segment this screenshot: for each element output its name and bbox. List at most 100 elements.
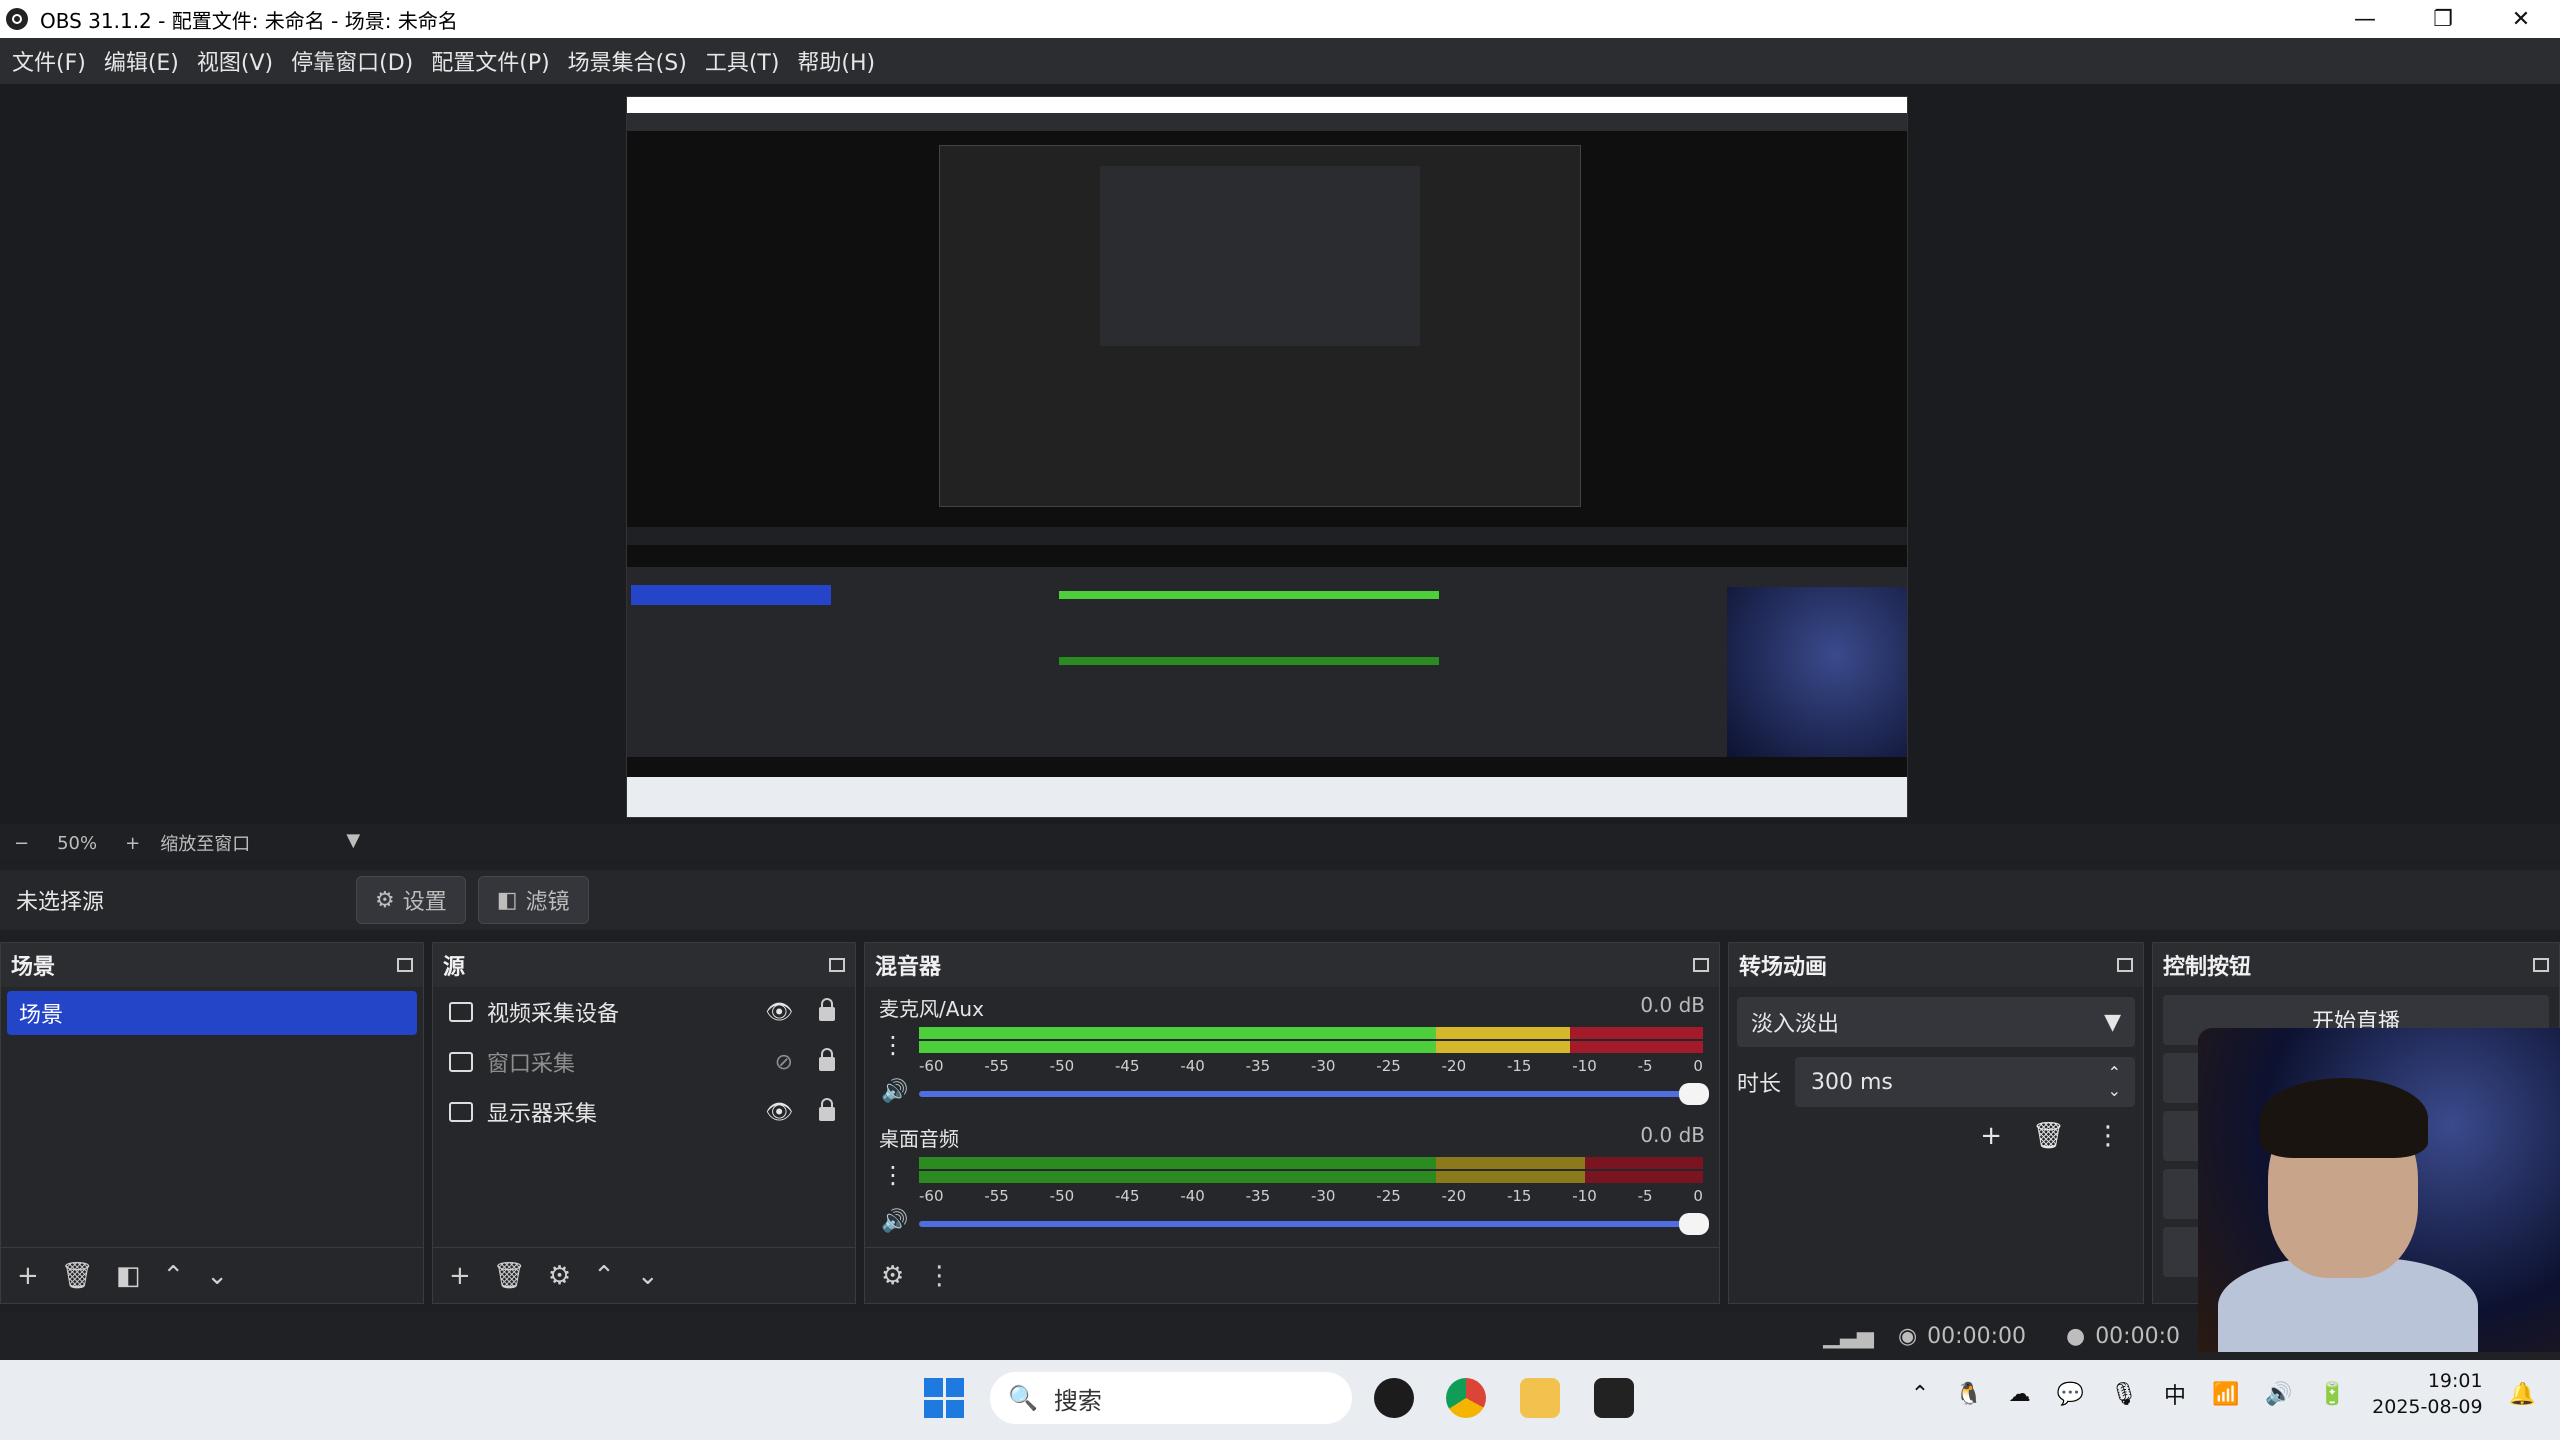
spin-arrows-icon[interactable]: ⌃ ⌄	[2108, 1064, 2121, 1100]
duration-input[interactable]: 300 ms ⌃ ⌄	[1795, 1057, 2135, 1107]
volume-slider[interactable]	[919, 1213, 1709, 1235]
person-hair	[2260, 1078, 2428, 1158]
preview-canvas[interactable]	[626, 96, 1908, 818]
more-vertical-icon[interactable]: ⋮	[881, 1161, 905, 1189]
zoom-out-button[interactable]: −	[14, 833, 29, 854]
volume-slider[interactable]	[919, 1083, 1709, 1105]
undock-icon[interactable]	[2117, 958, 2133, 972]
chevron-up-icon[interactable]: ⌃	[593, 1261, 615, 1291]
slider-handle[interactable]	[1679, 1213, 1709, 1235]
eye-hidden-icon[interactable]: ⊘	[775, 1050, 793, 1075]
source-filters-button[interactable]: ◧ 滤镜	[477, 876, 589, 924]
volume-meter	[919, 1157, 1703, 1169]
undock-icon[interactable]	[1693, 958, 1709, 972]
tick-label: -35	[1245, 1187, 1271, 1205]
minimize-button[interactable]: —	[2326, 0, 2404, 38]
volume-icon[interactable]: 🔊	[2265, 1382, 2292, 1407]
controls-title: 控制按钮	[2163, 955, 2252, 980]
source-item-label: 显示器采集	[487, 1102, 598, 1127]
input-method-icon[interactable]: 中	[2164, 1378, 2186, 1410]
menu-file[interactable]: 文件(F)	[12, 45, 86, 77]
slider-handle[interactable]	[1679, 1083, 1709, 1105]
transition-select[interactable]: 淡入淡出 ▼	[1737, 997, 2135, 1047]
undock-icon[interactable]	[397, 958, 413, 972]
zoom-in-button[interactable]: +	[125, 833, 140, 854]
add-icon[interactable]: +	[449, 1261, 471, 1291]
chevron-down-icon[interactable]: ⌄	[206, 1261, 228, 1291]
tick-label: -20	[1441, 1057, 1467, 1075]
more-vertical-icon[interactable]: ⋮	[2095, 1121, 2121, 1151]
trash-icon[interactable]: 🗑	[2032, 1121, 2065, 1151]
taskbar-search[interactable]: 🔍 搜索	[990, 1372, 1352, 1424]
filter-icon: ◧	[496, 887, 518, 913]
windows-start-icon[interactable]	[924, 1378, 964, 1418]
undock-icon[interactable]	[829, 958, 845, 972]
zoom-mode-label: 缩放至窗口	[160, 834, 251, 855]
app-taskbar-icon[interactable]	[1594, 1378, 1634, 1418]
sources-header: 源	[433, 943, 855, 987]
duration-label: 时长	[1737, 1072, 1782, 1097]
menu-tools[interactable]: 工具(T)	[705, 45, 780, 77]
volume-meter	[919, 1041, 1703, 1053]
maximize-button[interactable]: ❐	[2404, 0, 2482, 38]
folder-icon[interactable]	[1520, 1378, 1560, 1418]
mixer-footer: ⚙ ⋮	[865, 1247, 1719, 1303]
source-item[interactable]: 视频采集设备 👁	[433, 987, 855, 1037]
chrome-icon[interactable]	[1446, 1378, 1486, 1418]
sources-dock: 源 视频采集设备 👁 窗口采集 ⊘ 显示器采集 👁 + 🗑 ⚙ ⌃ ⌄	[432, 942, 856, 1304]
chevron-up-icon[interactable]: ⌃	[162, 1261, 184, 1291]
record-time: 00:00:0	[2095, 1323, 2180, 1349]
source-item[interactable]: 显示器采集 👁	[433, 1087, 855, 1137]
menu-scene-collection[interactable]: 场景集合(S)	[568, 45, 687, 77]
clock-time: 19:01	[2427, 1370, 2483, 1392]
menu-docks[interactable]: 停靠窗口(D)	[291, 45, 413, 77]
battery-icon[interactable]: 🔋	[2319, 1382, 2346, 1407]
channel-name: 桌面音频	[879, 1127, 959, 1151]
qq-icon[interactable]: 🐧	[1955, 1382, 1982, 1407]
tick-label: -45	[1114, 1057, 1140, 1075]
menu-profile[interactable]: 配置文件(P)	[431, 45, 549, 77]
tick-label: -25	[1376, 1057, 1401, 1075]
scene-item[interactable]: 场景	[7, 991, 417, 1035]
advanced-audio-gear-icon[interactable]: ⚙	[881, 1261, 904, 1291]
wechat-icon[interactable]: 💬	[2057, 1382, 2084, 1407]
undock-icon[interactable]	[2533, 958, 2549, 972]
lock-icon[interactable]	[819, 1048, 835, 1071]
menu-view[interactable]: 视图(V)	[197, 45, 273, 77]
gear-icon[interactable]: ⚙	[548, 1261, 571, 1291]
add-icon[interactable]: +	[17, 1261, 39, 1291]
source-item[interactable]: 窗口采集 ⊘	[433, 1037, 855, 1087]
tick-label: -50	[1049, 1057, 1075, 1075]
transition-actions: + 🗑 ⋮	[1729, 1107, 2143, 1151]
lock-icon[interactable]	[819, 1098, 835, 1121]
tick-label: 0	[1693, 1187, 1703, 1205]
obs-taskbar-icon[interactable]	[1374, 1378, 1414, 1418]
wifi-icon[interactable]: 📶	[2212, 1382, 2239, 1407]
chevron-down-icon[interactable]: ⌄	[637, 1261, 659, 1291]
menu-help[interactable]: 帮助(H)	[797, 45, 875, 77]
speaker-icon[interactable]: 🔊	[881, 1079, 908, 1104]
trash-icon[interactable]: 🗑	[61, 1261, 94, 1291]
add-icon[interactable]: +	[1980, 1121, 2002, 1151]
speaker-icon[interactable]: 🔊	[881, 1209, 908, 1234]
chevron-up-icon[interactable]: ⌃	[1911, 1382, 1929, 1407]
source-settings-button[interactable]: ⚙ 设置	[356, 876, 466, 924]
trash-icon[interactable]: 🗑	[493, 1261, 526, 1291]
mixer-header: 混音器	[865, 943, 1719, 987]
more-vertical-icon[interactable]: ⋮	[881, 1031, 905, 1059]
eye-icon[interactable]: 👁	[765, 1000, 793, 1025]
nested-preview	[939, 145, 1581, 507]
notification-icon[interactable]: 🔔	[2509, 1382, 2536, 1407]
menu-edit[interactable]: 编辑(E)	[104, 45, 179, 77]
title-bar: OBS 31.1.2 - 配置文件: 未命名 - 场景: 未命名 — ❐ ✕	[0, 0, 2560, 38]
zoom-mode-select[interactable]: 缩放至窗口 ▼	[160, 830, 360, 856]
eye-icon[interactable]: 👁	[765, 1100, 793, 1125]
close-button[interactable]: ✕	[2482, 0, 2560, 38]
lock-icon[interactable]	[819, 998, 835, 1021]
duration-value: 300 ms	[1811, 1069, 1893, 1095]
clock[interactable]: 19:01 2025-08-09	[2372, 1368, 2482, 1420]
microphone-icon[interactable]: 🎙	[2110, 1382, 2138, 1407]
more-vertical-icon[interactable]: ⋮	[926, 1261, 952, 1291]
filter-icon[interactable]: ◧	[116, 1261, 141, 1291]
cloud-icon[interactable]: ☁	[2009, 1382, 2031, 1407]
